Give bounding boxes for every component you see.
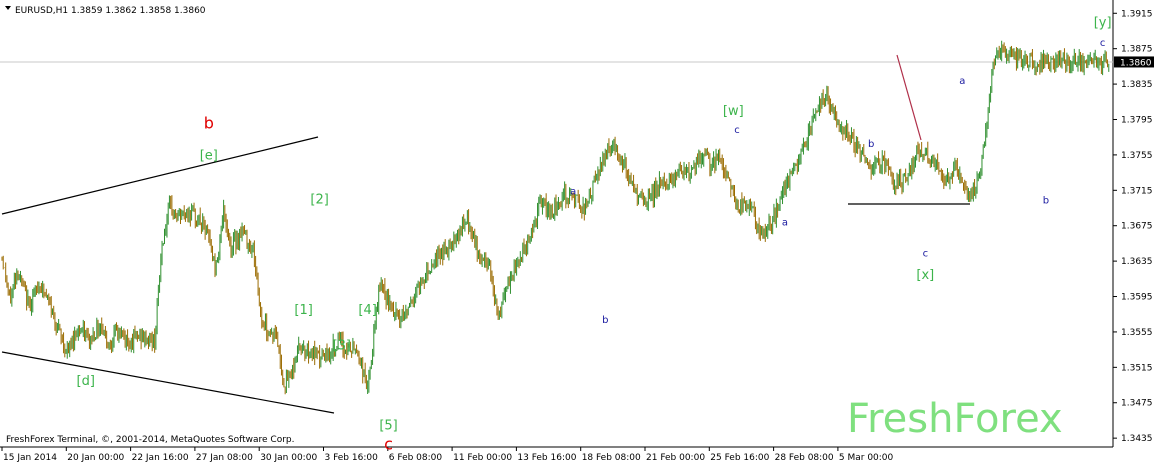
y-tick-label: 1.3875 [1121, 45, 1153, 55]
wave-label: c [384, 435, 393, 454]
y-tick-label: 1.3555 [1121, 328, 1153, 338]
price-chart: EURUSD,H1 1.3859 1.3862 1.3858 1.3860 1.… [0, 0, 1154, 463]
y-tick-label: 1.3835 [1121, 80, 1153, 90]
current-price-label: 1.3860 [1120, 58, 1152, 68]
x-tick-label: 20 Jan 00:00 [67, 453, 124, 463]
wave-label: c [923, 249, 929, 260]
x-axis-ticks: 15 Jan 2014 20 Jan 00:00 22 Jan 16:00 27 Ja… [1, 447, 894, 463]
wave-label: [3] [333, 339, 351, 354]
x-tick-label: 25 Feb 16:00 [710, 453, 769, 463]
x-tick-label: 21 Feb 00:00 [646, 453, 705, 463]
y-tick-label: 1.3475 [1121, 399, 1153, 409]
brand-watermark: FreshForex [847, 396, 1063, 442]
y-tick-label: 1.3755 [1121, 151, 1153, 161]
wave-label: [2] [310, 193, 328, 208]
chart-root: EURUSD,H1 1.3859 1.3862 1.3858 1.3860 1.… [0, 0, 1154, 465]
wave-label: [1] [294, 303, 312, 318]
x-tick-label: 11 Feb 00:00 [453, 453, 512, 463]
dropdown-arrow-icon[interactable] [5, 6, 11, 10]
wave-label: b [204, 113, 214, 132]
y-tick-label: 1.3715 [1121, 186, 1153, 196]
x-tick-label: 15 Jan 2014 [3, 453, 57, 463]
y-tick-label: 1.3435 [1121, 434, 1153, 444]
y-tick-label: 1.3515 [1121, 363, 1153, 373]
projection-line[interactable] [896, 54, 922, 141]
wave-label: c [734, 125, 740, 136]
wave-label: [d] [77, 374, 95, 389]
wave-label: b [1043, 196, 1049, 207]
wave-label: b [602, 315, 608, 326]
y-tick-label: 1.3795 [1121, 115, 1153, 125]
y-axis-ticks: 1.3915 1.3875 1.3835 1.3795 1.3755 1.3715 1.36… [1113, 9, 1153, 444]
x-tick-label: 13 Feb 16:00 [517, 453, 576, 463]
x-tick-label: 18 Feb 08:00 [582, 453, 641, 463]
wave-label: a [570, 187, 576, 198]
price-series [1, 40, 1110, 395]
symbol-header: EURUSD,H1 1.3859 1.3862 1.3858 1.3860 [15, 6, 206, 16]
wave-label: [e] [200, 148, 218, 163]
x-tick-label: 3 Feb 16:00 [325, 453, 379, 463]
wave-annotations: b [e] [d] [2] [1] [4] [3] [5] c a b [w] c a b c [x] a b [y]… [77, 16, 1112, 454]
wave-label: c [1100, 38, 1106, 49]
x-tick-label: 30 Jan 00:00 [260, 453, 317, 463]
x-tick-label: 27 Jan 08:00 [196, 453, 253, 463]
x-tick-label: 28 Feb 08:00 [775, 453, 834, 463]
x-tick-label: 6 Feb 08:00 [389, 453, 443, 463]
channel-upper-line[interactable] [1, 136, 319, 215]
wave-label: b [868, 139, 874, 150]
x-tick-label: 5 Mar 00:00 [839, 453, 894, 463]
wave-label: a [959, 76, 965, 87]
y-tick-label: 1.3675 [1121, 222, 1153, 232]
y-tick-label: 1.3915 [1121, 9, 1153, 19]
wave-label: [x] [916, 268, 934, 283]
wave-label: [w] [723, 104, 744, 119]
y-tick-label: 1.3635 [1121, 257, 1153, 267]
x-tick-label: 22 Jan 16:00 [132, 453, 189, 463]
y-tick-label: 1.3595 [1121, 293, 1153, 303]
wave-label: a [782, 218, 788, 229]
wave-label: [5] [379, 418, 397, 433]
wave-label: [y] [1094, 16, 1112, 31]
copyright-text: FreshForex Terminal, ©, 2001-2014, MetaQ… [6, 435, 295, 445]
wave-label: [4] [358, 303, 376, 318]
